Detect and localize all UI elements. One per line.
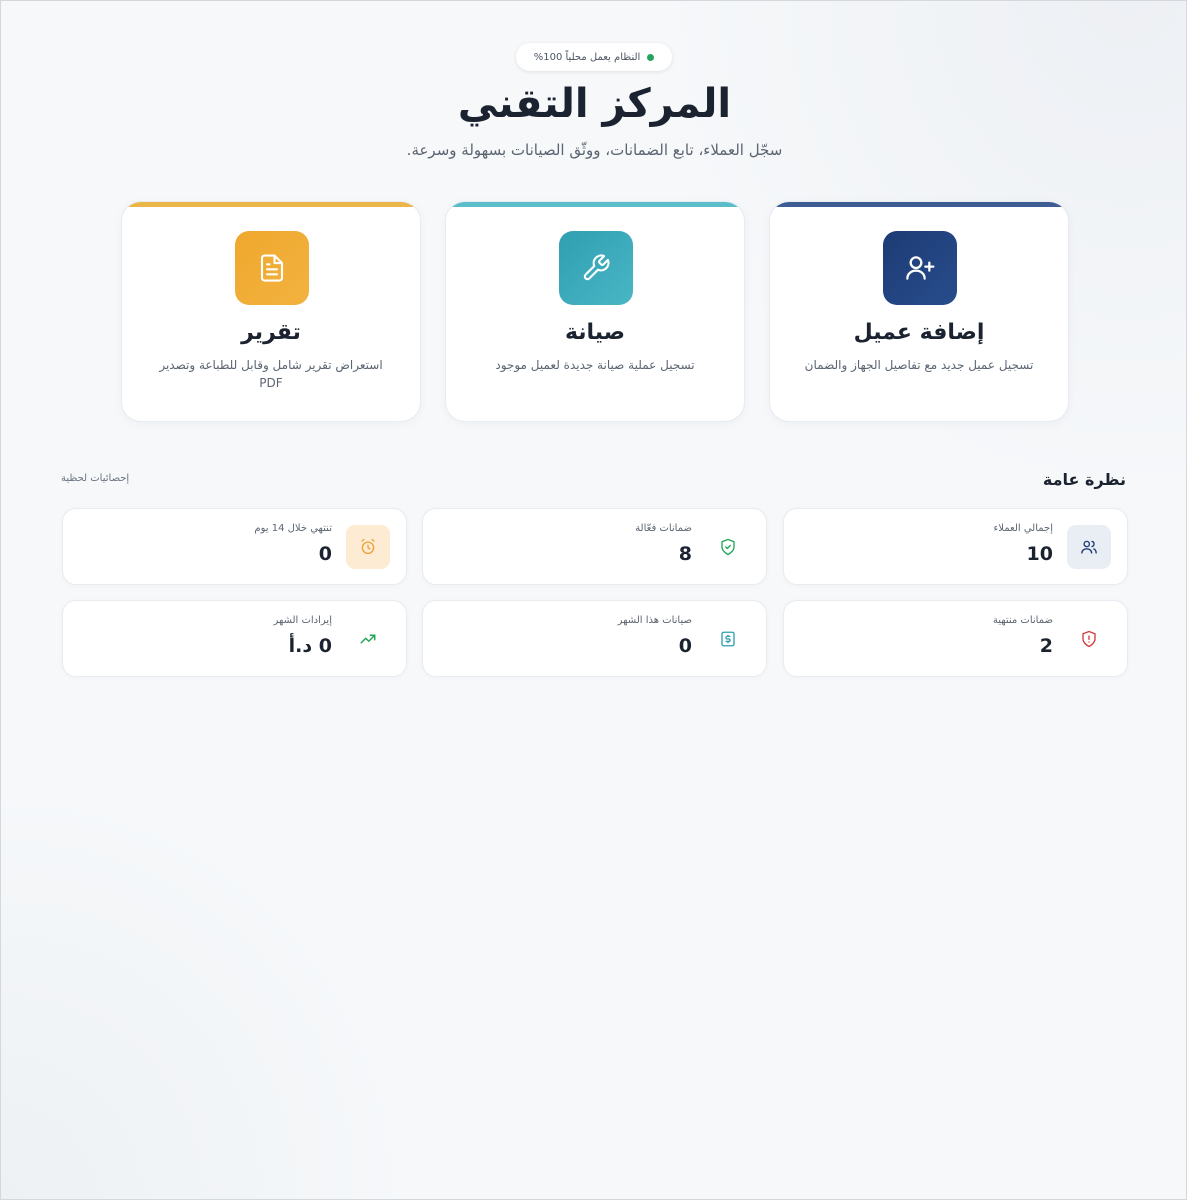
stat-label: إيرادات الشهر	[273, 615, 332, 626]
maintenance-title: صيانة	[564, 320, 626, 345]
document-icon	[235, 231, 309, 305]
shield-check-icon	[706, 525, 750, 569]
stat-value: 8	[678, 543, 692, 565]
trending-up-icon	[346, 617, 390, 661]
add-client-card[interactable]: إضافة عميل تسجيل عميل جديد مع تفاصيل الج…	[769, 201, 1069, 422]
status-dot-icon	[647, 53, 655, 61]
stat-value: 0	[678, 635, 692, 657]
overview-title: نظرة عامة	[1042, 470, 1126, 489]
user-plus-icon	[883, 231, 957, 305]
page-title: المركز التقني	[457, 81, 732, 127]
stat-monthly-maintenance: صيانات هذا الشهر 0	[422, 600, 767, 677]
stat-value: 2	[1039, 635, 1053, 657]
report-title: تقرير	[241, 320, 301, 345]
users-icon	[1067, 525, 1111, 569]
system-status-text: النظام يعمل محلياً 100%	[533, 51, 641, 63]
maintenance-card[interactable]: صيانة تسجيل عملية صيانة جديدة لعميل موجو…	[445, 201, 745, 422]
shield-alert-icon	[1067, 617, 1111, 661]
add-client-title: إضافة عميل	[853, 320, 985, 345]
stat-expiring-soon: تنتهي خلال 14 يوم 0	[62, 508, 407, 585]
report-description: استعراض تقرير شامل وقابل للطباعة وتصدير …	[159, 358, 383, 390]
stat-label: إجمالي العملاء	[993, 523, 1053, 534]
system-status-badge: النظام يعمل محلياً 100%	[516, 43, 672, 71]
stat-value: 0	[318, 543, 332, 565]
stat-label: ضمانات فعّالة	[635, 523, 692, 534]
stat-value: 0 د.أ	[288, 635, 332, 657]
stat-total-clients: إجمالي العملاء 10	[783, 508, 1128, 585]
stat-label: صيانات هذا الشهر	[617, 615, 692, 626]
stat-active-warranties: ضمانات فعّالة 8	[422, 508, 767, 585]
add-client-description: تسجيل عميل جديد مع تفاصيل الجهاز والضمان	[804, 358, 1034, 372]
stat-label: ضمانات منتهية	[992, 615, 1053, 626]
wrench-icon	[559, 231, 633, 305]
page-subtitle: سجّل العملاء، تابع الضمانات، ووثّق الصيا…	[406, 141, 783, 159]
maintenance-description: تسجيل عملية صيانة جديدة لعميل موجود	[495, 358, 695, 372]
stat-monthly-revenue: إيرادات الشهر 0 د.أ	[62, 600, 407, 677]
stat-expired-warranties: ضمانات منتهية 2	[783, 600, 1128, 677]
dollar-receipt-icon	[706, 617, 750, 661]
overview-note: إحصائيات لحظية	[61, 473, 130, 484]
report-card[interactable]: تقرير استعراض تقرير شامل وقابل للطباعة و…	[121, 201, 421, 422]
stat-value: 10	[1026, 543, 1053, 565]
alarm-clock-icon	[346, 525, 390, 569]
stat-label: تنتهي خلال 14 يوم	[254, 523, 332, 534]
quick-actions: إضافة عميل تسجيل عميل جديد مع تفاصيل الج…	[121, 201, 1069, 422]
